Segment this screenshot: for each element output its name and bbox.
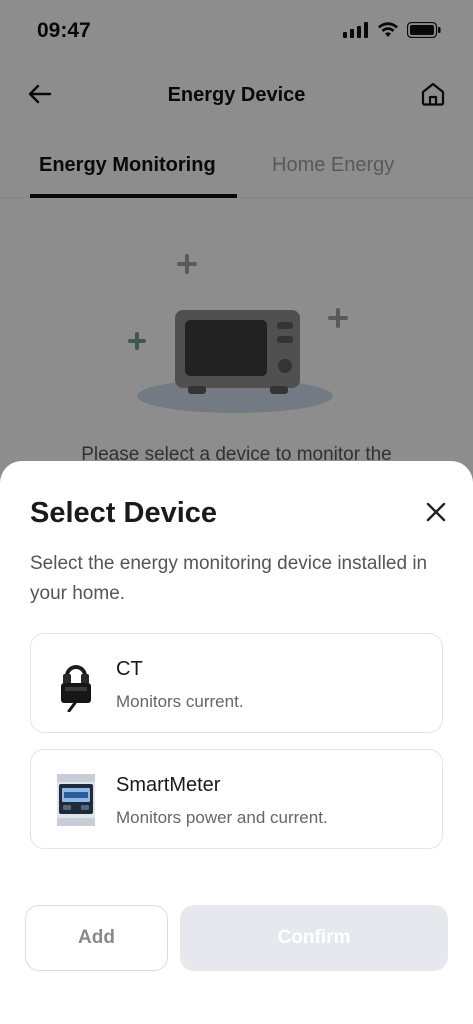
ct-clamp-icon bbox=[53, 656, 99, 713]
select-device-sheet: Select Device Select the energy monitori… bbox=[0, 461, 473, 1024]
close-icon bbox=[426, 502, 446, 522]
device-name: SmartMeter bbox=[116, 774, 221, 796]
sheet-title: Select Device bbox=[30, 497, 218, 529]
device-option-smartmeter[interactable]: SmartMeter Monitors power and current. bbox=[30, 749, 443, 849]
device-option-ct[interactable]: CT Monitors current. bbox=[30, 633, 443, 733]
device-description: Monitors power and current. bbox=[116, 808, 328, 827]
device-name: CT bbox=[116, 658, 143, 680]
confirm-button[interactable]: Confirm bbox=[180, 905, 448, 971]
sheet-description: Select the energy monitoring device inst… bbox=[30, 553, 428, 604]
smart-meter-icon bbox=[53, 772, 99, 828]
close-button[interactable] bbox=[425, 501, 447, 523]
add-button[interactable]: Add bbox=[25, 905, 168, 971]
device-description: Monitors current. bbox=[116, 692, 244, 711]
